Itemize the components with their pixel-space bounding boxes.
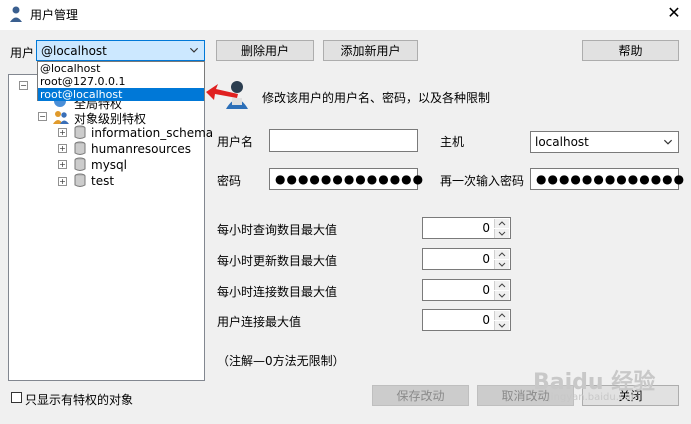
user-manager-icon — [10, 6, 22, 22]
dropdown-option[interactable]: root@127.0.0.1 — [38, 75, 204, 88]
max-updates-stepper[interactable]: 0 — [422, 248, 511, 270]
spin-up-icon[interactable] — [494, 281, 509, 290]
database-icon — [74, 173, 86, 187]
confirm-password-value: ●●●●●●●●●●●●● — [536, 172, 686, 186]
host-combo[interactable]: localhost — [530, 131, 679, 153]
username-field[interactable] — [269, 129, 418, 152]
tree-collapse-icon[interactable]: − — [19, 81, 28, 90]
max-user-connections-stepper[interactable]: 0 — [422, 309, 511, 331]
watermark-url: jingyan.baidu.com — [548, 392, 641, 403]
hint-text: 修改该用户的用户名、密码，以及各种限制 — [262, 91, 491, 105]
spin-up-icon[interactable] — [494, 311, 509, 320]
expand-icon[interactable]: + — [58, 160, 67, 169]
host-label: 主机 — [440, 135, 465, 149]
max-user-connections-label: 用户连接最大值 — [217, 315, 302, 329]
only-privileged-checkbox[interactable] — [11, 392, 22, 403]
save-button[interactable]: 保存改动 — [372, 385, 469, 406]
expand-icon[interactable]: + — [58, 144, 67, 153]
tree-db-item[interactable]: test — [91, 174, 114, 188]
database-icon — [74, 157, 86, 171]
host-value: localhost — [535, 135, 589, 149]
chevron-down-icon — [189, 47, 199, 53]
username-label: 用户名 — [217, 135, 254, 149]
max-queries-value: 0 — [482, 221, 490, 235]
password-field[interactable]: ●●●●●●●●●●●●● — [269, 168, 423, 190]
spin-down-icon[interactable] — [494, 260, 509, 269]
only-privileged-label: 只显示有特权的对象 — [25, 393, 134, 407]
object-collapse-icon[interactable]: − — [38, 112, 47, 121]
chevron-down-icon — [663, 139, 673, 145]
spin-down-icon[interactable] — [494, 291, 509, 300]
tree-db-item[interactable]: information_schema — [91, 126, 213, 140]
max-updates-label: 每小时更新数目最大值 — [217, 254, 338, 268]
dropdown-option[interactable]: @localhost — [38, 62, 204, 75]
user-combo-value: @localhost — [41, 44, 107, 58]
help-button[interactable]: 帮助 — [582, 40, 679, 61]
max-user-connections-value: 0 — [482, 313, 490, 327]
close-icon[interactable]: ✕ — [664, 3, 684, 23]
note-text: （注解—0方法无限制） — [217, 354, 345, 368]
title-bar — [0, 0, 691, 30]
user-dropdown-list[interactable]: @localhost root@127.0.0.1 root@localhost — [37, 61, 205, 101]
window-title: 用户管理 — [30, 8, 79, 22]
dropdown-option-selected[interactable]: root@localhost — [38, 88, 204, 101]
tree-db-item[interactable]: mysql — [91, 158, 127, 172]
delete-user-button[interactable]: 删除用户 — [216, 40, 314, 61]
max-queries-label: 每小时查询数目最大值 — [217, 223, 338, 237]
expand-icon[interactable]: + — [58, 128, 67, 137]
spin-down-icon[interactable] — [494, 229, 509, 238]
confirm-password-label: 再一次输入密码 — [440, 174, 525, 188]
password-label: 密码 — [217, 174, 242, 188]
users-icon — [53, 111, 69, 124]
tree-db-item[interactable]: humanresources — [91, 142, 191, 156]
user-label: 用户 — [10, 46, 35, 60]
expand-icon[interactable]: + — [58, 177, 67, 186]
spin-up-icon[interactable] — [494, 250, 509, 259]
max-updates-value: 0 — [482, 252, 490, 266]
spin-up-icon[interactable] — [494, 219, 509, 228]
max-connections-label: 每小时连接数目最大值 — [217, 285, 338, 299]
user-avatar-icon — [226, 81, 248, 109]
password-value: ●●●●●●●●●●●●● — [275, 172, 425, 186]
add-user-button[interactable]: 添加新用户 — [323, 40, 418, 61]
spin-down-icon[interactable] — [494, 321, 509, 330]
database-icon — [74, 141, 86, 155]
confirm-password-field[interactable]: ●●●●●●●●●●●●● — [530, 168, 684, 190]
database-icon — [74, 125, 86, 139]
user-combo[interactable]: @localhost — [36, 40, 205, 61]
max-connections-stepper[interactable]: 0 — [422, 279, 511, 301]
max-queries-stepper[interactable]: 0 — [422, 217, 511, 239]
max-connections-value: 0 — [482, 283, 490, 297]
